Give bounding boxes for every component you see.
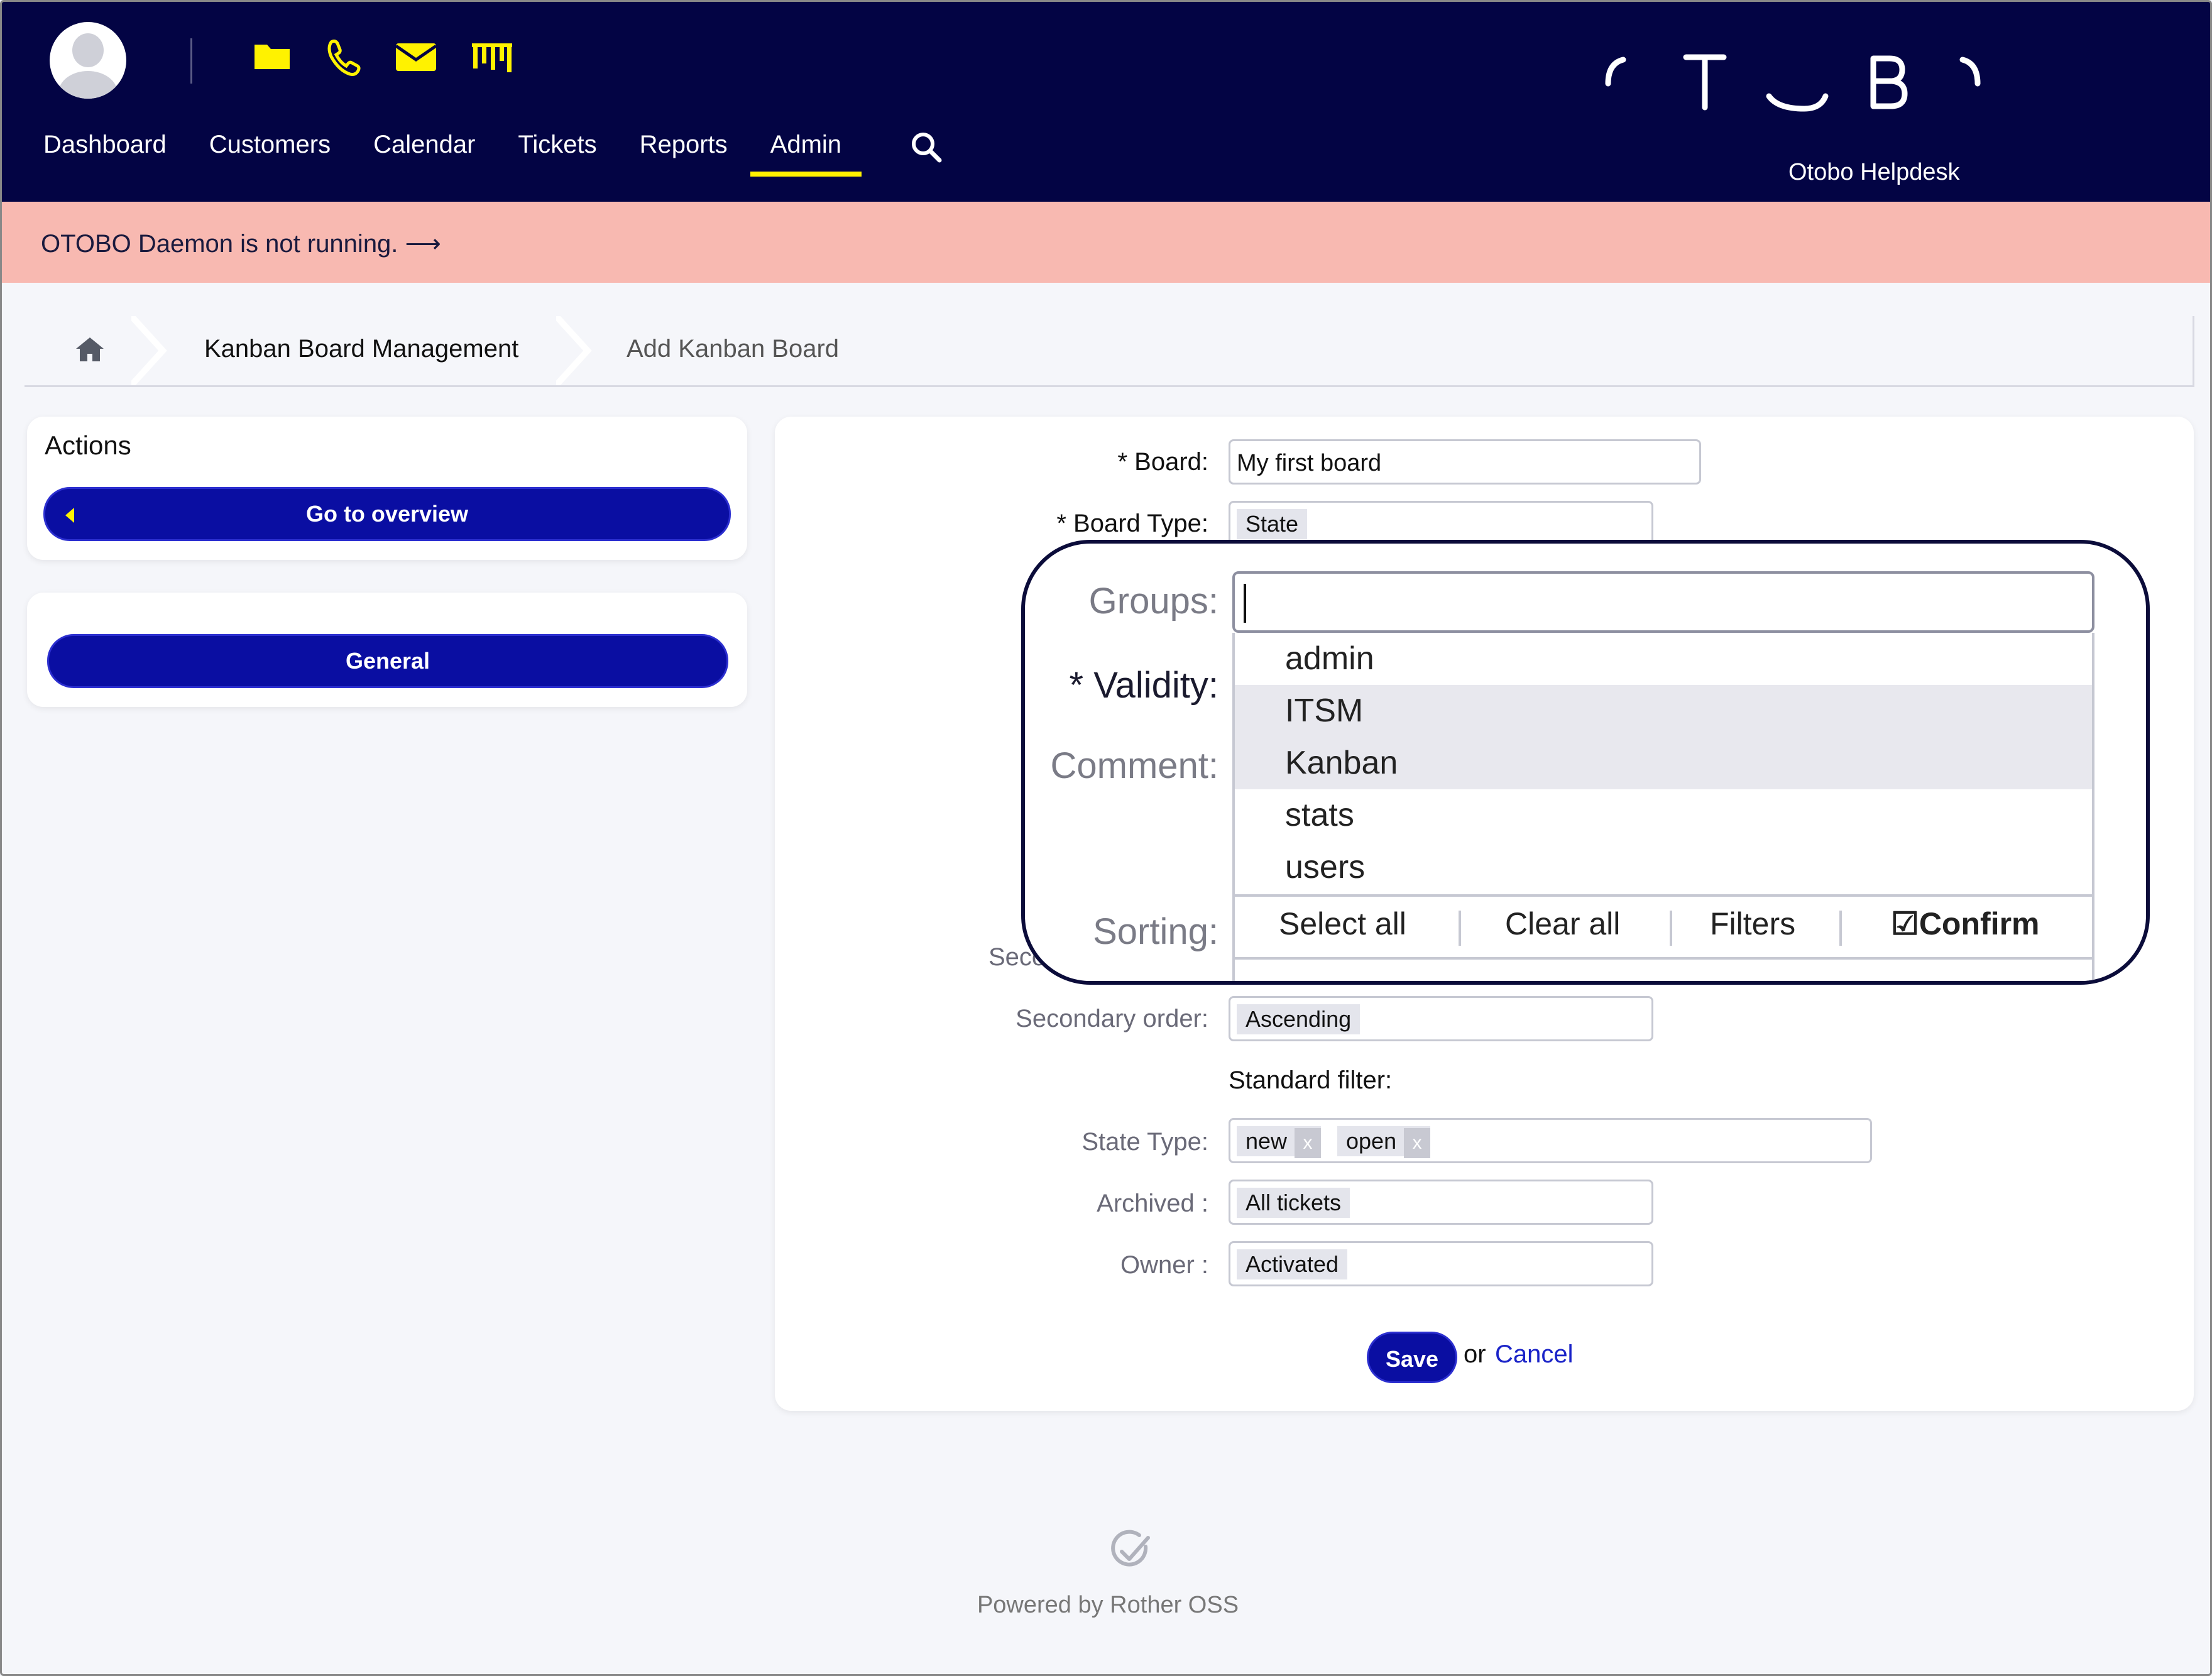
state-type-tag-label: new (1246, 1128, 1288, 1154)
actions-title: Actions (45, 430, 131, 460)
state-type-tag-open[interactable]: open x (1337, 1126, 1431, 1158)
general-button[interactable]: General (47, 634, 728, 688)
kanban-icon[interactable] (469, 37, 515, 76)
remove-tag-icon[interactable]: x (1404, 1128, 1431, 1158)
secondary-order-label: Secondary order: (1016, 1005, 1208, 1032)
board-name-value: My first board (1237, 450, 1382, 476)
board-label: * Board: (1070, 448, 1208, 476)
groups-label: Groups: (1088, 581, 1218, 622)
groups-dropdown-actions: Select all Clear all Filters ☑Confirm (1235, 894, 2092, 960)
remove-tag-icon[interactable]: x (1295, 1128, 1322, 1158)
notice-text: OTOBO Daemon is not running. ⟶ (41, 230, 441, 258)
action-divider (1459, 911, 1461, 946)
brand-name: Otobo Helpdesk (1788, 159, 1960, 185)
nav-admin[interactable]: Admin (750, 131, 862, 177)
confirm-label: Confirm (1919, 906, 2040, 941)
select-all-button[interactable]: Select all (1279, 906, 1406, 942)
archived-value: All tickets (1237, 1188, 1350, 1218)
owner-label: Owner : (1120, 1251, 1208, 1279)
breadcrumb-chevron (131, 316, 167, 385)
breadcrumb-add-kanban-board: Add Kanban Board (627, 335, 840, 363)
rother-oss-logo-icon (1111, 1530, 1150, 1567)
go-to-overview-button[interactable]: Go to overview (43, 487, 731, 541)
search-icon[interactable] (910, 131, 943, 163)
validity-label: * Validity: (1025, 664, 1218, 706)
archived-select[interactable]: All tickets (1229, 1180, 1653, 1225)
archived-label: Archived : (1097, 1190, 1208, 1217)
secondary-order-select[interactable]: Ascending (1229, 996, 1653, 1041)
or-text: or (1464, 1340, 1486, 1368)
top-header: Dashboard Customers Calendar Tickets Rep… (2, 2, 2210, 202)
validity-label-text: Validity: (1093, 665, 1218, 706)
general-label: General (345, 648, 430, 674)
comment-label: Comment: (1050, 745, 1218, 786)
state-type-tag-new[interactable]: new x (1237, 1126, 1322, 1158)
actions-card: Actions Go to overview (27, 417, 747, 560)
nav-dashboard[interactable]: Dashboard (43, 131, 167, 177)
board-type-label-text: Board Type: (1073, 510, 1208, 537)
action-divider (1839, 911, 1842, 946)
cancel-link[interactable]: Cancel (1495, 1340, 1574, 1369)
footer-powered-by[interactable]: Powered by Rother OSS (2, 1592, 2210, 1619)
general-card: General (27, 593, 747, 707)
folder-icon[interactable] (252, 37, 292, 76)
home-icon[interactable] (74, 335, 106, 364)
breadcrumb-kanban-management[interactable]: Kanban Board Management (204, 335, 518, 363)
board-name-input[interactable]: My first board (1229, 439, 1701, 485)
required-mark: * (1117, 448, 1128, 476)
groups-dropdown-callout: Groups: * Validity: Comment: Sorting: ad… (1021, 540, 2150, 985)
checkbox-icon: ☑ (1891, 906, 1919, 941)
nav-reports[interactable]: Reports (640, 131, 728, 177)
state-type-select[interactable]: new x open x (1229, 1118, 1872, 1163)
group-option-users[interactable]: users (1235, 841, 2092, 894)
clear-all-button[interactable]: Clear all (1505, 906, 1620, 942)
board-label-text: Board: (1134, 448, 1208, 476)
groups-option-list: admin ITSM Kanban stats users Select all… (1232, 633, 2094, 981)
nav-calendar[interactable]: Calendar (373, 131, 475, 177)
phone-icon[interactable] (325, 37, 363, 76)
group-option-stats[interactable]: stats (1235, 789, 2092, 841)
required-mark: * (1056, 510, 1066, 537)
daemon-notice[interactable]: OTOBO Daemon is not running. ⟶ (2, 202, 2210, 283)
group-option-admin[interactable]: admin (1235, 633, 2092, 685)
owner-select[interactable]: Activated (1229, 1241, 1653, 1286)
breadcrumb: Kanban Board Management Add Kanban Board (25, 316, 2194, 387)
secondary-order-value: Ascending (1237, 1004, 1361, 1034)
groups-search-input[interactable] (1232, 571, 2094, 633)
standard-filter-label: Standard filter: (1229, 1066, 1393, 1094)
owner-value: Activated (1237, 1249, 1348, 1279)
sorting-label: Sorting: (1093, 911, 1218, 952)
group-option-itsm[interactable]: ITSM (1235, 685, 2092, 737)
app-window: Dashboard Customers Calendar Tickets Rep… (0, 0, 2212, 1676)
mail-icon[interactable] (395, 37, 437, 76)
header-divider (190, 38, 192, 84)
required-mark: * (1069, 665, 1084, 706)
breadcrumb-chevron (556, 316, 592, 385)
action-divider (1670, 911, 1672, 946)
text-cursor (1244, 584, 1246, 623)
board-type-value: State (1237, 509, 1308, 539)
nav-tickets[interactable]: Tickets (518, 131, 596, 177)
save-button[interactable]: Save (1367, 1332, 1457, 1383)
filters-button[interactable]: Filters (1710, 906, 1795, 942)
main-nav: Dashboard Customers Calendar Tickets Rep… (43, 131, 884, 177)
user-avatar[interactable] (50, 22, 126, 99)
group-option-kanban[interactable]: Kanban (1235, 737, 2092, 789)
go-to-overview-label: Go to overview (305, 501, 469, 527)
state-type-tag-label: open (1346, 1128, 1397, 1154)
caret-left-icon (65, 508, 74, 523)
otobo-logo (1605, 54, 1981, 112)
state-type-label: State Type: (1081, 1128, 1208, 1156)
nav-customers[interactable]: Customers (209, 131, 331, 177)
board-type-label: * Board Type: (1032, 510, 1208, 538)
confirm-button[interactable]: ☑Confirm (1891, 906, 2039, 942)
